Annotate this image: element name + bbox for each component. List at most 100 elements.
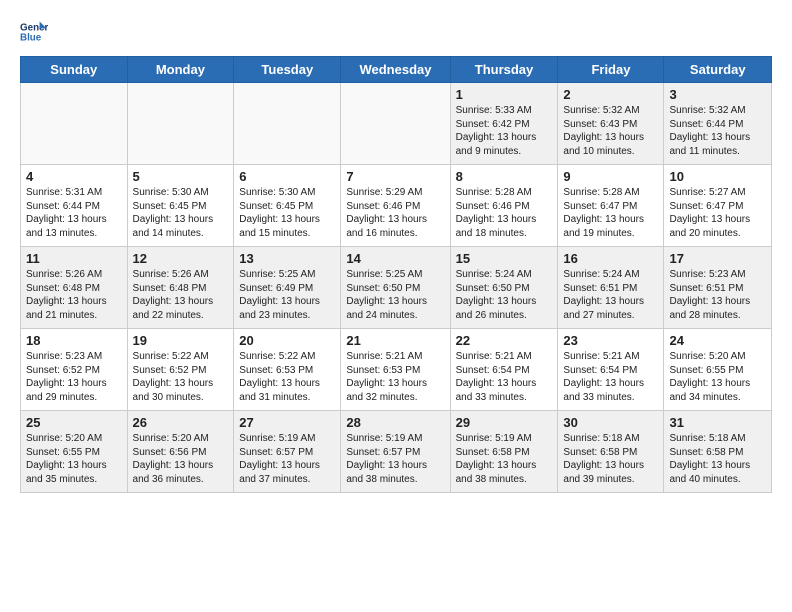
day-number: 8	[456, 169, 553, 184]
calendar-week-row: 25 Sunrise: 5:20 AM Sunset: 6:55 PM Dayli…	[21, 411, 772, 493]
cell-info: Sunrise: 5:22 AM Sunset: 6:53 PM Dayligh…	[239, 350, 335, 404]
calendar-week-row: 11Sunrise: 5:26 AM Sunset: 6:48 PM Dayli…	[21, 247, 772, 329]
calendar-cell: 26 Sunrise: 5:20 AM Sunset: 6:56 PM Dayli…	[127, 411, 234, 493]
day-number: 17	[669, 251, 766, 266]
calendar-week-row: 4 Sunrise: 5:31 AM Sunset: 6:44 PM Daylig…	[21, 165, 772, 247]
cell-info: Sunrise: 5:20 AM Sunset: 6:56 PM Dayligh…	[133, 432, 229, 486]
day-number: 26	[133, 415, 229, 430]
day-number: 27	[239, 415, 335, 430]
calendar-cell: 3 Sunrise: 5:32 AM Sunset: 6:44 PM Daylig…	[664, 83, 772, 165]
logo: General Blue	[20, 18, 52, 46]
cell-info: Sunrise: 5:33 AM Sunset: 6:42 PM Dayligh…	[456, 104, 553, 158]
cell-info: Sunrise: 5:24 AM Sunset: 6:51 PM Dayligh…	[563, 268, 658, 322]
cell-info: Sunrise: 5:18 AM Sunset: 6:58 PM Dayligh…	[669, 432, 766, 486]
day-number: 4	[26, 169, 122, 184]
calendar-cell: 19Sunrise: 5:22 AM Sunset: 6:52 PM Dayli…	[127, 329, 234, 411]
calendar-cell	[341, 83, 450, 165]
cell-info: Sunrise: 5:27 AM Sunset: 6:47 PM Dayligh…	[669, 186, 766, 240]
calendar-cell	[21, 83, 128, 165]
day-of-week-header: Saturday	[664, 57, 772, 83]
calendar-cell: 2Sunrise: 5:32 AM Sunset: 6:43 PM Daylig…	[558, 83, 664, 165]
page-header: General Blue	[20, 18, 772, 46]
calendar-cell: 28Sunrise: 5:19 AM Sunset: 6:57 PM Dayli…	[341, 411, 450, 493]
day-number: 15	[456, 251, 553, 266]
day-number: 10	[669, 169, 766, 184]
cell-info: Sunrise: 5:19 AM Sunset: 6:58 PM Dayligh…	[456, 432, 553, 486]
day-of-week-header: Monday	[127, 57, 234, 83]
cell-info: Sunrise: 5:25 AM Sunset: 6:49 PM Dayligh…	[239, 268, 335, 322]
day-number: 13	[239, 251, 335, 266]
cell-info: Sunrise: 5:28 AM Sunset: 6:46 PM Dayligh…	[456, 186, 553, 240]
cell-info: Sunrise: 5:23 AM Sunset: 6:51 PM Dayligh…	[669, 268, 766, 322]
cell-info: Sunrise: 5:26 AM Sunset: 6:48 PM Dayligh…	[26, 268, 122, 322]
cell-info: Sunrise: 5:26 AM Sunset: 6:48 PM Dayligh…	[133, 268, 229, 322]
day-number: 3	[669, 87, 766, 102]
calendar-cell: 20 Sunrise: 5:22 AM Sunset: 6:53 PM Dayli…	[234, 329, 341, 411]
calendar-week-row: 18 Sunrise: 5:23 AM Sunset: 6:52 PM Dayli…	[21, 329, 772, 411]
calendar-cell: 12 Sunrise: 5:26 AM Sunset: 6:48 PM Dayli…	[127, 247, 234, 329]
calendar-cell: 4 Sunrise: 5:31 AM Sunset: 6:44 PM Daylig…	[21, 165, 128, 247]
cell-info: Sunrise: 5:30 AM Sunset: 6:45 PM Dayligh…	[133, 186, 229, 240]
calendar-cell: 13 Sunrise: 5:25 AM Sunset: 6:49 PM Dayli…	[234, 247, 341, 329]
cell-info: Sunrise: 5:24 AM Sunset: 6:50 PM Dayligh…	[456, 268, 553, 322]
calendar-cell: 27 Sunrise: 5:19 AM Sunset: 6:57 PM Dayli…	[234, 411, 341, 493]
calendar-cell: 10 Sunrise: 5:27 AM Sunset: 6:47 PM Dayli…	[664, 165, 772, 247]
calendar-cell: 5Sunrise: 5:30 AM Sunset: 6:45 PM Daylig…	[127, 165, 234, 247]
calendar-cell: 24Sunrise: 5:20 AM Sunset: 6:55 PM Dayli…	[664, 329, 772, 411]
day-number: 25	[26, 415, 122, 430]
cell-info: Sunrise: 5:32 AM Sunset: 6:44 PM Dayligh…	[669, 104, 766, 158]
cell-info: Sunrise: 5:20 AM Sunset: 6:55 PM Dayligh…	[26, 432, 122, 486]
calendar-cell: 18 Sunrise: 5:23 AM Sunset: 6:52 PM Dayli…	[21, 329, 128, 411]
day-number: 18	[26, 333, 122, 348]
calendar-table: SundayMondayTuesdayWednesdayThursdayFrid…	[20, 56, 772, 493]
day-of-week-header: Friday	[558, 57, 664, 83]
day-number: 2	[563, 87, 658, 102]
cell-info: Sunrise: 5:21 AM Sunset: 6:53 PM Dayligh…	[346, 350, 444, 404]
day-number: 12	[133, 251, 229, 266]
calendar-week-row: 1 Sunrise: 5:33 AM Sunset: 6:42 PM Daylig…	[21, 83, 772, 165]
cell-info: Sunrise: 5:18 AM Sunset: 6:58 PM Dayligh…	[563, 432, 658, 486]
calendar-cell: 14 Sunrise: 5:25 AM Sunset: 6:50 PM Dayli…	[341, 247, 450, 329]
day-number: 1	[456, 87, 553, 102]
day-number: 20	[239, 333, 335, 348]
day-number: 30	[563, 415, 658, 430]
calendar-cell: 25 Sunrise: 5:20 AM Sunset: 6:55 PM Dayli…	[21, 411, 128, 493]
day-of-week-header: Thursday	[450, 57, 558, 83]
calendar-cell: 1 Sunrise: 5:33 AM Sunset: 6:42 PM Daylig…	[450, 83, 558, 165]
day-number: 23	[563, 333, 658, 348]
day-of-week-header: Tuesday	[234, 57, 341, 83]
cell-info: Sunrise: 5:25 AM Sunset: 6:50 PM Dayligh…	[346, 268, 444, 322]
calendar-cell: 15 Sunrise: 5:24 AM Sunset: 6:50 PM Dayli…	[450, 247, 558, 329]
calendar-cell: 9 Sunrise: 5:28 AM Sunset: 6:47 PM Daylig…	[558, 165, 664, 247]
calendar-cell: 6Sunrise: 5:30 AM Sunset: 6:45 PM Daylig…	[234, 165, 341, 247]
calendar-cell: 8 Sunrise: 5:28 AM Sunset: 6:46 PM Daylig…	[450, 165, 558, 247]
calendar-cell: 21 Sunrise: 5:21 AM Sunset: 6:53 PM Dayli…	[341, 329, 450, 411]
calendar-cell: 23Sunrise: 5:21 AM Sunset: 6:54 PM Dayli…	[558, 329, 664, 411]
calendar-cell: 7 Sunrise: 5:29 AM Sunset: 6:46 PM Daylig…	[341, 165, 450, 247]
calendar-cell: 17 Sunrise: 5:23 AM Sunset: 6:51 PM Dayli…	[664, 247, 772, 329]
day-number: 22	[456, 333, 553, 348]
day-number: 7	[346, 169, 444, 184]
day-number: 21	[346, 333, 444, 348]
day-number: 31	[669, 415, 766, 430]
cell-info: Sunrise: 5:28 AM Sunset: 6:47 PM Dayligh…	[563, 186, 658, 240]
cell-info: Sunrise: 5:31 AM Sunset: 6:44 PM Dayligh…	[26, 186, 122, 240]
days-of-week-row: SundayMondayTuesdayWednesdayThursdayFrid…	[21, 57, 772, 83]
calendar-cell: 16Sunrise: 5:24 AM Sunset: 6:51 PM Dayli…	[558, 247, 664, 329]
day-number: 19	[133, 333, 229, 348]
calendar-body: 1 Sunrise: 5:33 AM Sunset: 6:42 PM Daylig…	[21, 83, 772, 493]
cell-info: Sunrise: 5:29 AM Sunset: 6:46 PM Dayligh…	[346, 186, 444, 240]
calendar-cell: 22Sunrise: 5:21 AM Sunset: 6:54 PM Dayli…	[450, 329, 558, 411]
logo-icon: General Blue	[20, 18, 48, 46]
day-number: 28	[346, 415, 444, 430]
calendar-cell	[127, 83, 234, 165]
day-of-week-header: Wednesday	[341, 57, 450, 83]
calendar-cell: 30 Sunrise: 5:18 AM Sunset: 6:58 PM Dayli…	[558, 411, 664, 493]
calendar-cell: 29Sunrise: 5:19 AM Sunset: 6:58 PM Dayli…	[450, 411, 558, 493]
day-number: 6	[239, 169, 335, 184]
day-number: 9	[563, 169, 658, 184]
day-number: 24	[669, 333, 766, 348]
day-number: 14	[346, 251, 444, 266]
cell-info: Sunrise: 5:23 AM Sunset: 6:52 PM Dayligh…	[26, 350, 122, 404]
cell-info: Sunrise: 5:19 AM Sunset: 6:57 PM Dayligh…	[239, 432, 335, 486]
